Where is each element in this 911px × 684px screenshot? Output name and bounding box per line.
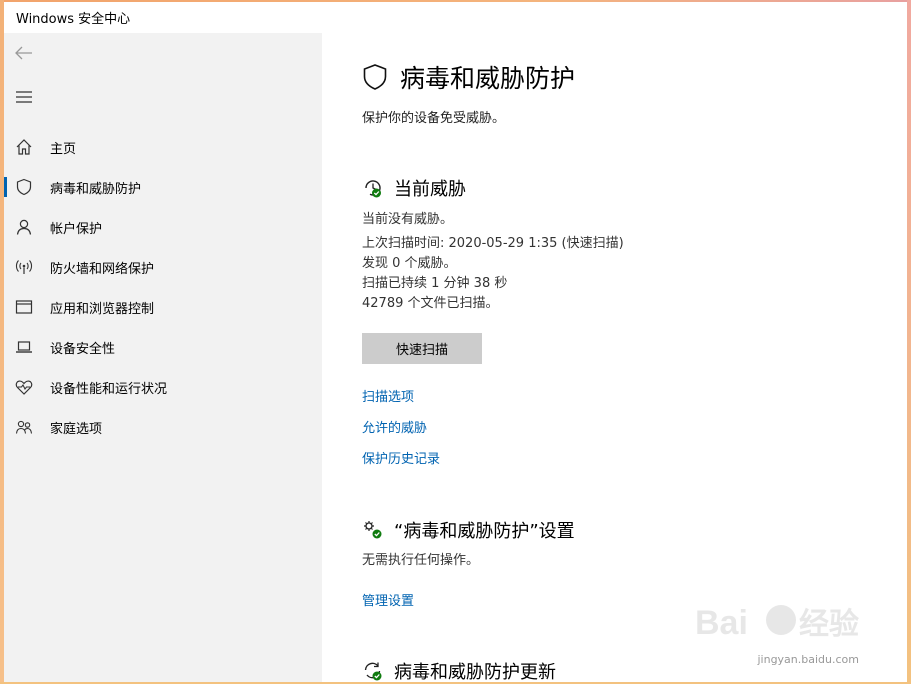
files-scanned-text: 42789 个文件已扫描。 xyxy=(362,296,499,311)
sidebar: 主页 病毒和威胁防护 帐户保护 防火墙和网络保护 应用和浏览器控制 设备安全性 … xyxy=(4,33,322,682)
updates-header: 病毒和威胁防护更新 xyxy=(362,658,556,682)
page-subtitle: 保护你的设备免受威胁。 xyxy=(362,111,506,126)
allowed-threats-link[interactable]: 允许的威胁 xyxy=(362,417,427,436)
shield-icon xyxy=(363,64,387,90)
sidebar-item-device-security[interactable]: 设备安全性 xyxy=(4,327,322,367)
sidebar-item-app-browser-control[interactable]: 应用和浏览器控制 xyxy=(4,287,322,327)
sidebar-item-account-protection[interactable]: 帐户保护 xyxy=(4,207,322,247)
scan-duration-text: 扫描已持续 1 分钟 38 秒 xyxy=(362,276,508,291)
sidebar-item-label: 病毒和威胁防护 xyxy=(50,181,142,197)
manage-settings-link[interactable]: 管理设置 xyxy=(362,590,414,609)
update-refresh-ok-icon xyxy=(364,662,382,681)
sidebar-nav: 主页 病毒和威胁防护 帐户保护 防火墙和网络保护 应用和浏览器控制 设备安全性 … xyxy=(4,127,322,447)
window-title: Windows 安全中心 xyxy=(16,12,131,27)
settings-header: “病毒和威胁防护”设置 xyxy=(362,517,575,543)
no-threats-text: 当前没有威胁。 xyxy=(362,212,454,227)
person-icon xyxy=(14,217,34,237)
sidebar-item-label: 设备性能和运行状况 xyxy=(50,381,168,397)
sidebar-item-firewall[interactable]: 防火墙和网络保护 xyxy=(4,247,322,287)
home-icon xyxy=(14,137,34,157)
scan-history-ok-icon xyxy=(365,180,381,198)
settings-status-text: 无需执行任何操作。 xyxy=(362,553,480,568)
scan-options-link[interactable]: 扫描选项 xyxy=(362,386,414,405)
sidebar-item-family-options[interactable]: 家庭选项 xyxy=(4,407,322,447)
sidebar-item-label: 防火墙和网络保护 xyxy=(50,261,155,277)
sidebar-item-label: 主页 xyxy=(50,141,77,157)
title-bar[interactable]: Windows 安全中心 xyxy=(4,2,907,33)
quick-scan-button[interactable]: 快速扫描 xyxy=(362,333,482,364)
sidebar-item-label: 帐户保护 xyxy=(50,221,103,237)
sidebar-item-device-performance[interactable]: 设备性能和运行状况 xyxy=(4,367,322,407)
sidebar-item-virus-protection[interactable]: 病毒和威胁防护 xyxy=(4,167,322,207)
hamburger-menu-button[interactable] xyxy=(12,85,36,109)
sidebar-item-label: 家庭选项 xyxy=(50,421,103,437)
family-icon xyxy=(14,417,34,437)
app-window-icon xyxy=(14,297,34,317)
shield-icon xyxy=(14,177,34,197)
hamburger-icon xyxy=(16,91,32,103)
updates-title: 病毒和威胁防护更新 xyxy=(394,662,556,682)
laptop-icon xyxy=(14,337,34,357)
current-threats-title: 当前威胁 xyxy=(394,179,466,200)
svg-text:Bai: Bai xyxy=(695,604,748,642)
settings-title: “病毒和威胁防护”设置 xyxy=(394,521,575,542)
protection-history-link[interactable]: 保护历史记录 xyxy=(362,448,440,467)
page-title: 病毒和威胁防护 xyxy=(400,64,576,93)
settings-gear-ok-icon xyxy=(364,521,382,539)
threats-found-text: 发现 0 个威胁。 xyxy=(362,256,457,271)
back-arrow-icon xyxy=(15,46,32,60)
last-scan-text: 上次扫描时间: 2020-05-29 1:35 (快速扫描) xyxy=(362,236,624,251)
watermark-url: jingyan.baidu.com xyxy=(757,653,859,666)
sidebar-item-home[interactable]: 主页 xyxy=(4,127,322,167)
window-frame-right xyxy=(907,0,911,684)
svg-text:经验: 经验 xyxy=(799,607,859,641)
wifi-antenna-icon xyxy=(14,257,34,277)
sidebar-item-label: 应用和浏览器控制 xyxy=(50,301,155,317)
sidebar-item-label: 设备安全性 xyxy=(50,341,116,357)
back-button[interactable] xyxy=(12,41,36,65)
main-content: 病毒和威胁防护 保护你的设备免受威胁。 当前威胁 当前没有威胁。 上次扫描时间:… xyxy=(322,33,907,682)
page-header: 病毒和威胁防护 xyxy=(362,59,575,95)
heart-pulse-icon xyxy=(14,377,34,397)
current-threats-header: 当前威胁 xyxy=(362,175,466,201)
baidu-watermark-logo: Bai 经验 xyxy=(695,604,859,642)
